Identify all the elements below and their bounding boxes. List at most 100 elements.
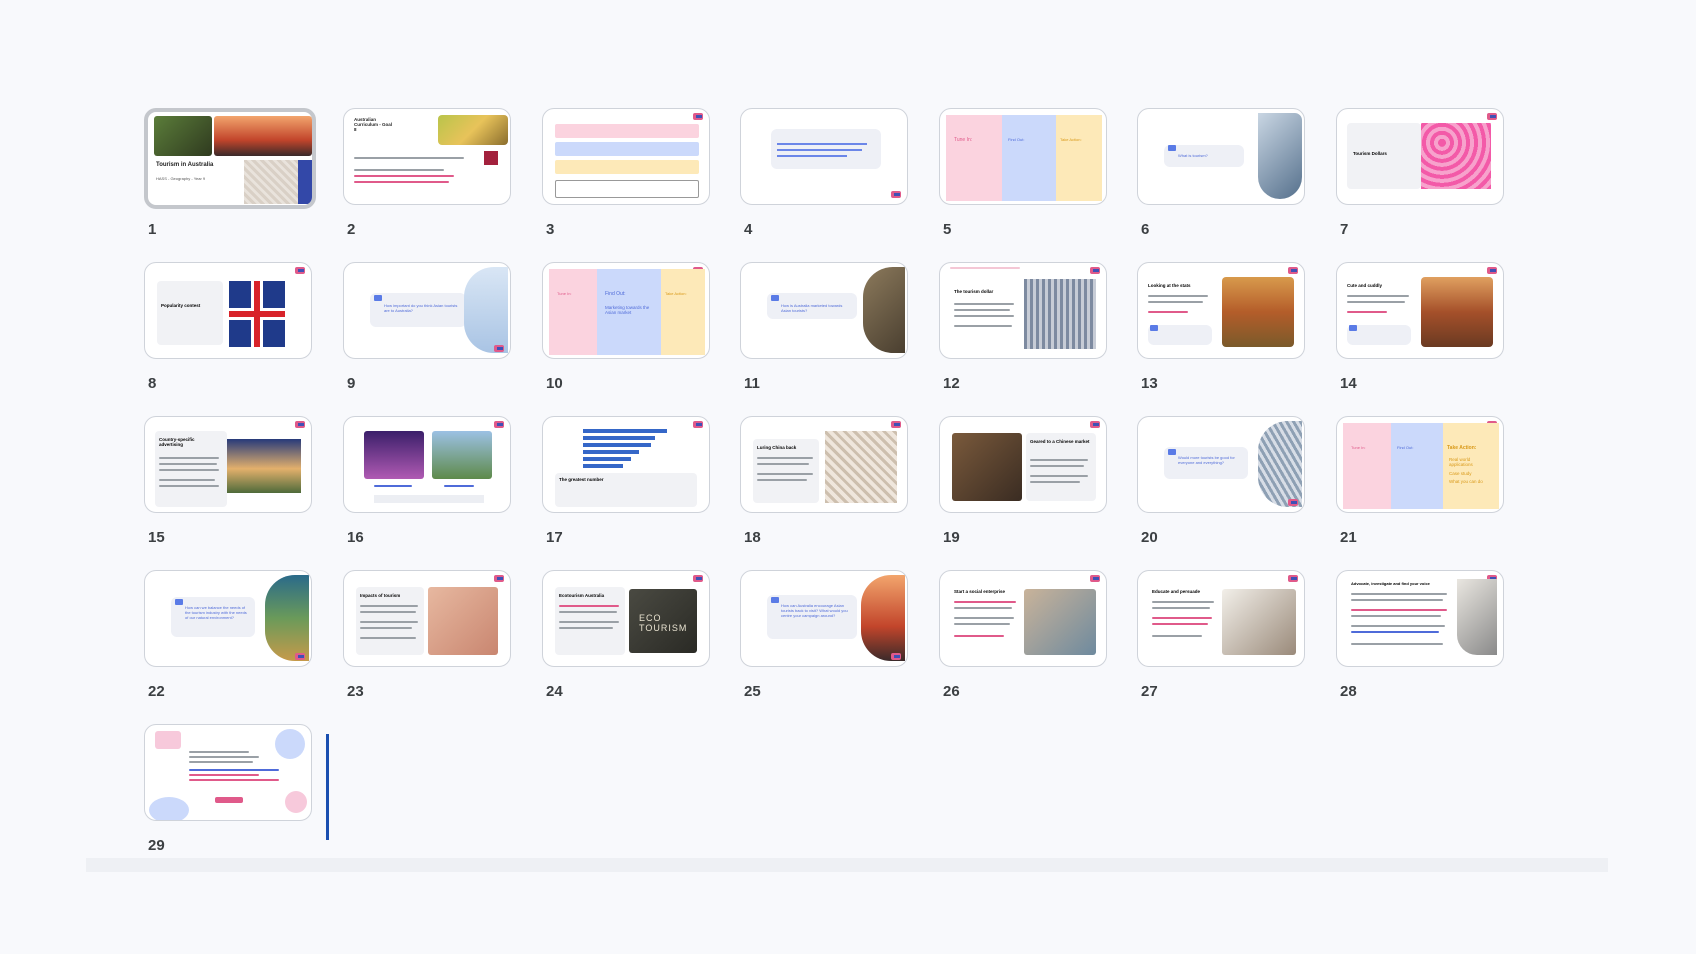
slide-number: 4 xyxy=(744,221,753,238)
slide-thumbnail-21[interactable]: Tune In: Find Out: Take Action: Real wor… xyxy=(1336,416,1504,513)
dollar-pattern-image xyxy=(1421,123,1491,189)
slide-thumbnail-19[interactable]: Geared to a Chinese market xyxy=(939,416,1107,513)
slide-thumbnail-10[interactable]: Tune In: Find Out: Marketing towards the… xyxy=(542,262,710,359)
slide-thumbnail-25[interactable]: How can Australia encourage Asian touris… xyxy=(740,570,908,667)
slide-thumbnail-15[interactable]: Country-specific advertising xyxy=(144,416,312,513)
slide-number: 12 xyxy=(943,375,960,392)
slide-title: The tourism dollar xyxy=(954,289,994,294)
slide-thumbnail-14[interactable]: Cute and cuddly xyxy=(1336,262,1504,359)
slide-thumbnail-18[interactable]: Luring China back xyxy=(740,416,908,513)
text-card xyxy=(157,281,223,345)
slide-title: Advocate, investigate and find your voic… xyxy=(1351,581,1430,586)
photo-reef xyxy=(265,575,309,661)
slide-title: Looking at the stats xyxy=(1148,283,1191,288)
find-out-topic: Marketing towards the Asian market xyxy=(605,305,650,315)
find-out-row xyxy=(555,142,699,156)
question-text: How can we balance the needs of the tour… xyxy=(185,605,247,620)
col-label: Find Out: xyxy=(605,291,626,297)
photo-temple xyxy=(952,433,1022,501)
slide-number: 23 xyxy=(347,683,364,700)
col-label: Take Action: xyxy=(1447,445,1477,451)
slide-title: Country-specific advertising xyxy=(159,437,195,447)
photo-coins xyxy=(438,115,508,145)
notes-box xyxy=(555,180,699,198)
take-action-row xyxy=(555,160,699,174)
sdg-badge xyxy=(484,151,498,165)
slide-thumbnail-13[interactable]: Looking at the stats xyxy=(1137,262,1305,359)
photo-crowd xyxy=(825,431,897,503)
photo-plane xyxy=(464,267,508,353)
slide-number: 20 xyxy=(1141,529,1158,546)
slide-thumbnail-5[interactable]: Tune In: Find Out: Take Action: xyxy=(939,108,1107,205)
brand-logo xyxy=(155,731,181,749)
photo-students xyxy=(1024,589,1096,655)
slide-number: 2 xyxy=(347,221,356,238)
cta-button xyxy=(215,797,243,803)
slide-thumbnail-12[interactable]: The tourism dollar xyxy=(939,262,1107,359)
tune-in-column xyxy=(549,269,597,355)
slide-title: Ecotourism Australia xyxy=(559,593,605,598)
slide-number: 18 xyxy=(744,529,761,546)
slide-thumbnail-20[interactable]: Would more tourists be good for everyone… xyxy=(1137,416,1305,513)
grid-bottom-edge xyxy=(86,858,1608,872)
slide-title: Impacts of tourism xyxy=(360,593,401,598)
photo-aurora xyxy=(364,431,424,479)
photo-pen xyxy=(1457,579,1497,655)
slide-number: 25 xyxy=(744,683,761,700)
photo-sunset-coast xyxy=(861,575,905,661)
slide-title: The greatest number xyxy=(559,477,604,482)
slide-thumbnail-4[interactable] xyxy=(740,108,908,205)
slide-thumbnail-11[interactable]: How is Australia marketed towards Asian … xyxy=(740,262,908,359)
slide-number: 5 xyxy=(943,221,952,238)
take-action-item: Case study xyxy=(1449,471,1472,476)
col-label: Take Action: xyxy=(1060,137,1082,142)
col-label: Find Out: xyxy=(1008,137,1025,142)
take-action-item: Real world applications xyxy=(1449,457,1473,467)
slide-number: 10 xyxy=(546,375,563,392)
slide-thumbnail-3[interactable] xyxy=(542,108,710,205)
photo-crowd xyxy=(244,160,298,204)
union-jack-flag xyxy=(229,281,285,347)
slide-title: Cute and cuddly xyxy=(1347,283,1383,288)
photo-crowd xyxy=(1024,279,1096,349)
photo-crowd xyxy=(1258,421,1302,507)
slide-thumbnail-16[interactable] xyxy=(343,416,511,513)
photo-child-uluru xyxy=(1421,277,1493,347)
question-text: Would more tourists be good for everyone… xyxy=(1178,455,1235,465)
slide-subtitle: HASS - Geography - Year 9 xyxy=(156,176,206,181)
slide-thumbnail-2[interactable]: Australian Curriculum - Goal 8 xyxy=(343,108,511,205)
caption-bar xyxy=(374,495,484,503)
slide-number: 9 xyxy=(347,375,356,392)
slide-number: 26 xyxy=(943,683,960,700)
slide-number: 21 xyxy=(1340,529,1357,546)
slide-thumbnail-26[interactable]: Start a social enterprise xyxy=(939,570,1107,667)
slide-thumbnail-23[interactable]: Impacts of tourism xyxy=(343,570,511,667)
text-card xyxy=(1347,123,1421,189)
photo-footprints-sand xyxy=(428,587,498,655)
slide-thumbnail-24[interactable]: Ecotourism Australia ECO TOURISM xyxy=(542,570,710,667)
slide-thumbnail-17[interactable]: The greatest number xyxy=(542,416,710,513)
slide-number: 13 xyxy=(1141,375,1158,392)
slide-thumbnail-1[interactable]: Tourism in Australia HASS - Geography - … xyxy=(144,108,316,209)
slide-title: Popularity contest xyxy=(161,303,201,308)
slide-thumbnail-27[interactable]: Educate and persuade xyxy=(1137,570,1305,667)
photo-koala xyxy=(863,267,905,353)
question-text: How important do you think Asian tourist… xyxy=(384,303,458,313)
slide-thumbnail-8[interactable]: Popularity contest xyxy=(144,262,312,359)
find-out-column xyxy=(1002,115,1056,201)
slide-thumbnail-29[interactable] xyxy=(144,724,312,821)
slide-title: Luring China back xyxy=(757,445,797,450)
slide-thumbnail-28[interactable]: Advocate, investigate and find your voic… xyxy=(1336,570,1504,667)
photo-sunset-coast xyxy=(214,116,312,156)
photo-landscape xyxy=(432,431,492,479)
slide-number: 27 xyxy=(1141,683,1158,700)
slide-thumbnail-9[interactable]: How important do you think Asian tourist… xyxy=(343,262,511,359)
slide-thumbnail-22[interactable]: How can we balance the needs of the tour… xyxy=(144,570,312,667)
photo-traveller xyxy=(1258,113,1302,199)
slide-thumbnail-7[interactable]: Tourism Dollars xyxy=(1336,108,1504,205)
col-label: Tune In: xyxy=(954,137,973,143)
tune-in-row xyxy=(555,124,699,138)
slide-thumbnail-6[interactable]: What is tourism? xyxy=(1137,108,1305,205)
col-label: Tune In: xyxy=(557,291,572,296)
slide-number: 16 xyxy=(347,529,364,546)
